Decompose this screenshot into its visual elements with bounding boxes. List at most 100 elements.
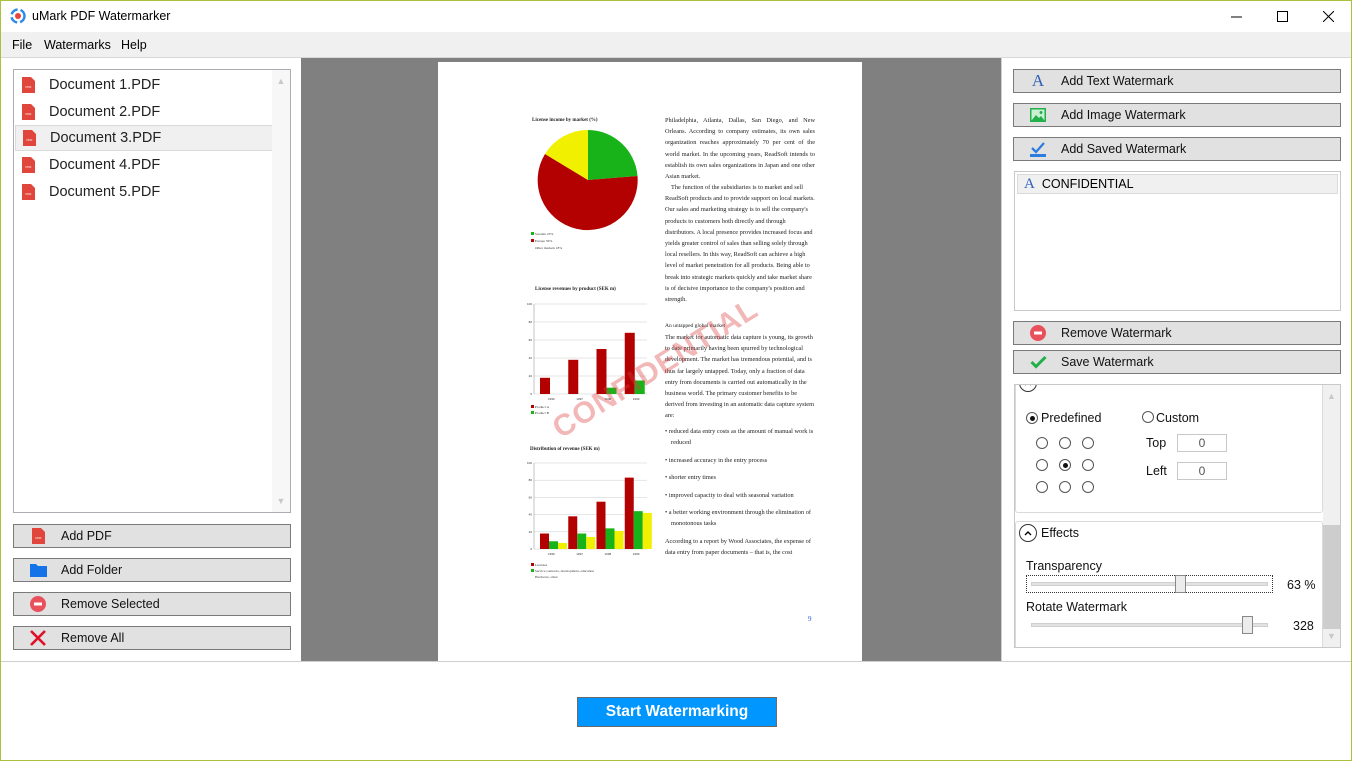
pie-chart-title: License income by market (%) — [532, 118, 598, 123]
position-bottom-right-radio[interactable] — [1082, 481, 1094, 493]
bar1-year-label: 1996 — [548, 397, 555, 401]
collapse-effects-toggle[interactable] — [1019, 524, 1037, 542]
bottom-bar: Start Watermarking — [1, 661, 1351, 760]
window-title: uMark PDF Watermarker — [32, 9, 171, 23]
bar2-tick-label: 80 — [529, 478, 533, 482]
close-button[interactable] — [1305, 1, 1351, 32]
settings-scrollbar[interactable]: ▲ ▼ — [1323, 385, 1340, 647]
pdf-bullet: • a better working environment through t… — [665, 509, 811, 528]
left-label: Left — [1146, 464, 1167, 478]
file-name: Document 2.PDF — [49, 104, 161, 120]
text-a-icon: A — [1024, 175, 1035, 192]
bar1-legend-item: Product B — [531, 411, 549, 415]
menu-watermarks[interactable]: Watermarks — [44, 38, 111, 52]
scroll-up-icon[interactable]: ▲ — [1323, 387, 1340, 405]
remove-all-label: Remove All — [61, 631, 125, 645]
position-bottom-left-radio[interactable] — [1036, 481, 1048, 493]
right-panel: A Add Text Watermark Add Image Watermark… — [1001, 58, 1351, 661]
file-list-item[interactable]: PDF Document 1.PDF — [15, 72, 273, 98]
collapse-position-toggle[interactable] — [1019, 385, 1037, 392]
predefined-radio[interactable] — [1026, 412, 1038, 424]
bar1-bar — [540, 377, 550, 394]
svg-text:PDF: PDF — [35, 536, 41, 540]
settings-scroll-thumb[interactable] — [1323, 525, 1340, 629]
transparency-slider-track[interactable] — [1031, 582, 1268, 586]
bar2-bar — [549, 541, 558, 549]
remove-watermark-button[interactable]: Remove Watermark — [1013, 321, 1341, 345]
position-top-center-radio[interactable] — [1059, 437, 1071, 449]
bar2-bar — [614, 530, 624, 549]
bar2-bar — [642, 512, 652, 549]
bar2-bar — [558, 542, 567, 549]
pdf-file-icon: PDF — [22, 184, 35, 200]
watermark-name: CONFIDENTIAL — [1041, 177, 1134, 191]
position-top-left-radio[interactable] — [1036, 437, 1048, 449]
file-list-item-selected[interactable]: PDF Document 3.PDF — [15, 125, 273, 151]
file-name: Document 1.PDF — [49, 77, 161, 93]
minimize-button[interactable] — [1213, 1, 1259, 32]
scroll-up-icon[interactable]: ▲ — [272, 72, 290, 90]
bar2-year-label: 1999 — [633, 552, 640, 556]
pdf-page: License income by market (%) Sweden 23% … — [438, 62, 862, 662]
position-middle-right-radio[interactable] — [1082, 459, 1094, 471]
remove-all-button[interactable]: Remove All — [13, 626, 291, 650]
transparency-value: 63 % — [1287, 578, 1316, 592]
bar2-bar — [596, 501, 606, 549]
left-offset-input[interactable]: 0 — [1177, 462, 1227, 480]
remove-selected-button[interactable]: Remove Selected — [13, 592, 291, 616]
bar1-tick-label: 0 — [530, 392, 532, 396]
rotate-label: Rotate Watermark — [1026, 600, 1127, 614]
watermark-settings-panel: Position Predefined Custom Top 0 Left 0 — [1014, 384, 1341, 648]
bar1-tick-label: 100 — [527, 302, 532, 306]
pdf-file-icon: PDF — [31, 528, 45, 544]
pdf-file-icon: PDF — [22, 104, 35, 120]
add-image-watermark-button[interactable]: Add Image Watermark — [1013, 103, 1341, 127]
position-top-right-radio[interactable] — [1082, 437, 1094, 449]
file-list-item[interactable]: PDF Document 2.PDF — [15, 99, 273, 125]
add-text-watermark-button[interactable]: A Add Text Watermark — [1013, 69, 1341, 93]
pdf-paragraph: According to a report by Wood Associates… — [665, 538, 811, 557]
add-folder-button[interactable]: Add Folder — [13, 558, 291, 582]
watermark-list-item-selected[interactable]: A CONFIDENTIAL — [1017, 174, 1338, 194]
file-list: PDF Document 1.PDF PDF Document 2.PDF PD… — [13, 69, 291, 513]
position-middle-left-radio[interactable] — [1036, 459, 1048, 471]
maximize-button[interactable] — [1259, 1, 1305, 32]
custom-radio[interactable] — [1142, 411, 1154, 423]
position-middle-center-radio[interactable] — [1059, 459, 1071, 471]
transparency-slider-thumb[interactable] — [1175, 575, 1187, 593]
start-watermarking-button[interactable]: Start Watermarking — [577, 697, 777, 727]
save-watermark-button[interactable]: Save Watermark — [1013, 350, 1341, 374]
page-number: 9 — [808, 615, 812, 623]
add-pdf-button[interactable]: PDF Add PDF — [13, 524, 291, 548]
effects-title: Effects — [1041, 526, 1079, 540]
app-logo-icon — [10, 8, 26, 24]
top-label: Top — [1146, 436, 1167, 450]
menu-help[interactable]: Help — [121, 38, 147, 52]
text-a-icon: A — [1031, 71, 1045, 90]
custom-label: Custom — [1156, 411, 1200, 425]
file-list-item[interactable]: PDF Document 5.PDF — [15, 179, 273, 205]
remove-circle-icon — [30, 596, 46, 612]
file-list-item[interactable]: PDF Document 4.PDF — [15, 152, 273, 178]
remove-circle-icon — [1030, 325, 1046, 341]
bar1-tick-label: 80 — [529, 320, 533, 324]
remove-watermark-label: Remove Watermark — [1061, 326, 1172, 340]
left-panel: PDF Document 1.PDF PDF Document 2.PDF PD… — [1, 58, 301, 661]
title-bar: uMark PDF Watermarker — [1, 1, 1351, 32]
top-offset-input[interactable]: 0 — [1177, 434, 1227, 452]
scroll-down-icon[interactable]: ▼ — [272, 492, 290, 510]
minimize-icon — [1230, 16, 1242, 18]
add-saved-watermark-button[interactable]: Add Saved Watermark — [1013, 137, 1341, 161]
rotate-slider-track[interactable] — [1031, 623, 1268, 627]
file-list-scrollbar[interactable]: ▲ ▼ — [272, 70, 290, 512]
pie-legend-item: Europe 59% — [531, 239, 552, 243]
position-title: Position — [1041, 385, 1085, 388]
saved-check-icon — [1030, 141, 1046, 157]
add-folder-label: Add Folder — [61, 563, 123, 577]
menu-file[interactable]: File — [12, 38, 32, 52]
scroll-down-icon[interactable]: ▼ — [1323, 627, 1340, 645]
position-bottom-center-radio[interactable] — [1059, 481, 1071, 493]
rotate-slider-thumb[interactable] — [1241, 616, 1253, 634]
file-name: Document 3.PDF — [50, 130, 162, 146]
pie-slice-sweden — [588, 130, 638, 180]
